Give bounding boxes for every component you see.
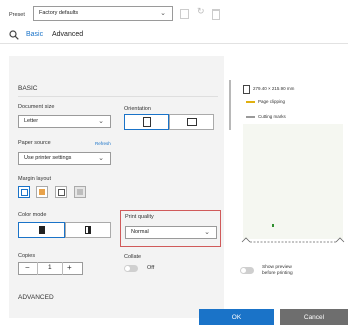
margin-oversize-icon bbox=[57, 188, 65, 196]
preview-marker bbox=[272, 224, 274, 227]
print-quality-label: Print quality bbox=[125, 214, 154, 220]
reset-icon[interactable]: ↻ bbox=[197, 7, 205, 16]
landscape-icon bbox=[186, 118, 197, 126]
refresh-link[interactable]: Refresh bbox=[95, 141, 111, 146]
save-icon[interactable] bbox=[180, 9, 189, 19]
document-size-label: Document size bbox=[18, 104, 55, 110]
copies-value[interactable]: 1 bbox=[48, 264, 52, 271]
preset-dropdown[interactable]: Factory defaults ⌄ bbox=[33, 6, 173, 21]
margin-disabled-icon bbox=[77, 189, 83, 195]
color-icon bbox=[38, 226, 45, 234]
portrait-icon bbox=[142, 117, 151, 127]
legend-cutting-marks-label: Cutting marks bbox=[258, 114, 286, 119]
document-size-dropdown[interactable]: Letter ⌄ bbox=[18, 115, 111, 128]
margin-disabled-button bbox=[74, 186, 86, 198]
legend-page-clipping-swatch bbox=[246, 101, 255, 103]
paper-size-icon bbox=[243, 85, 250, 94]
paper-source-dropdown[interactable]: Use printer settings ⌄ bbox=[18, 152, 111, 165]
grayscale-icon bbox=[85, 226, 91, 234]
orientation-label: Orientation bbox=[124, 106, 151, 112]
cutting-line bbox=[241, 237, 345, 243]
chevron-down-icon: ⌄ bbox=[98, 118, 104, 125]
paper-source-label: Paper source bbox=[18, 140, 51, 146]
margin-standard-button[interactable] bbox=[18, 186, 30, 198]
copies-decrement-button[interactable]: − bbox=[25, 263, 30, 272]
tab-advanced[interactable]: Advanced bbox=[52, 31, 83, 38]
tabs-divider bbox=[0, 43, 348, 44]
copies-increment-button[interactable]: + bbox=[67, 263, 72, 272]
print-quality-dropdown[interactable]: Normal ⌄ bbox=[125, 226, 217, 239]
collate-label: Collate bbox=[124, 254, 142, 260]
search-icon[interactable] bbox=[9, 30, 19, 42]
orientation-portrait-button[interactable] bbox=[124, 114, 169, 130]
legend-page-clipping-label: Page clipping bbox=[258, 99, 286, 104]
cancel-button[interactable]: Cancel bbox=[280, 309, 348, 325]
ok-button[interactable]: OK bbox=[199, 309, 274, 325]
color-mode-label: Color mode bbox=[18, 212, 47, 218]
margin-clip-button[interactable] bbox=[36, 186, 48, 198]
margin-layout-label: Margin layout bbox=[18, 176, 52, 182]
color-mode-color-button[interactable] bbox=[18, 222, 65, 238]
copies-divider-right bbox=[62, 262, 63, 275]
document-size-value: Letter bbox=[24, 118, 39, 124]
basic-section-title: BASIC bbox=[18, 85, 38, 92]
toggle-knob bbox=[125, 266, 130, 271]
settings-scrollbar[interactable] bbox=[229, 80, 231, 130]
show-preview-label: Show preview before printing bbox=[262, 265, 293, 276]
preset-label: Preset bbox=[9, 12, 25, 18]
preset-value: Factory defaults bbox=[39, 10, 79, 16]
chevron-down-icon: ⌄ bbox=[98, 155, 104, 162]
copies-divider-left bbox=[37, 262, 38, 275]
paper-size-text: 279.40 × 215.90 mm bbox=[253, 86, 295, 91]
collate-toggle[interactable] bbox=[124, 265, 138, 272]
chevron-down-icon: ⌄ bbox=[204, 229, 210, 236]
print-preview-area bbox=[243, 124, 343, 239]
chevron-down-icon: ⌄ bbox=[160, 10, 166, 17]
tab-basic[interactable]: Basic bbox=[26, 31, 43, 38]
margin-standard-icon bbox=[20, 188, 28, 196]
collate-state: Off bbox=[147, 265, 155, 271]
margin-clip-icon bbox=[39, 189, 45, 195]
copies-label: Copies bbox=[18, 253, 36, 259]
color-mode-grayscale-button[interactable] bbox=[65, 222, 111, 238]
legend-cutting-marks-swatch bbox=[246, 116, 255, 118]
print-quality-value: Normal bbox=[131, 229, 149, 235]
section-divider bbox=[18, 96, 218, 97]
show-preview-toggle[interactable] bbox=[240, 267, 254, 274]
margin-oversize-button[interactable] bbox=[55, 186, 67, 198]
toggle-knob bbox=[241, 268, 246, 273]
orientation-landscape-button[interactable] bbox=[169, 114, 214, 130]
trash-icon[interactable] bbox=[212, 9, 220, 20]
advanced-section-title: ADVANCED bbox=[18, 294, 54, 301]
paper-source-value: Use printer settings bbox=[24, 155, 72, 161]
